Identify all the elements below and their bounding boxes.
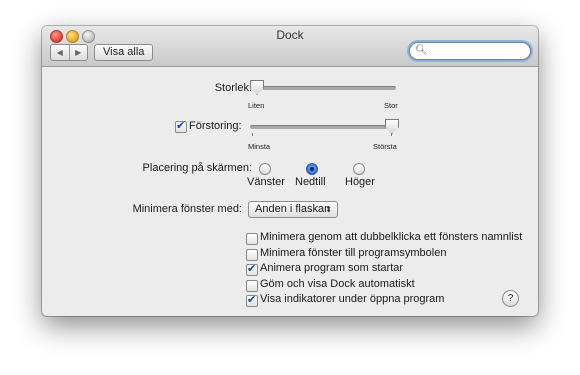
size-slider-knob[interactable] bbox=[250, 80, 264, 95]
magnification-label: Förstoring: bbox=[189, 120, 242, 132]
position-bottom-label: Nedtill bbox=[295, 176, 326, 188]
animate-launch-checkbox[interactable] bbox=[246, 262, 258, 276]
show-all-button[interactable]: Visa alla bbox=[94, 44, 154, 61]
search-input[interactable] bbox=[428, 44, 527, 59]
position-label: Placering på skärmen: bbox=[142, 162, 252, 174]
autohide-label: Göm och visa Dock automatiskt bbox=[260, 278, 415, 290]
double-click-minimize-checkbox[interactable] bbox=[246, 233, 258, 245]
position-left-label: Vänster bbox=[247, 176, 285, 188]
position-bottom-radio[interactable] bbox=[306, 163, 318, 175]
help-button[interactable]: ? bbox=[502, 290, 519, 307]
size-max-label: Stor bbox=[384, 101, 398, 110]
position-right-radio[interactable] bbox=[353, 163, 365, 175]
minimize-to-app-checkbox[interactable] bbox=[246, 249, 258, 261]
dock-preferences-window: Dock ◀ ▶ Visa alla 🔍︎ Storlek: Liten Sto… bbox=[42, 26, 538, 316]
autohide-checkbox[interactable] bbox=[246, 280, 258, 292]
magnification-tick-max bbox=[391, 133, 392, 136]
magnification-slider-knob[interactable] bbox=[385, 119, 399, 134]
chevron-left-icon[interactable]: ◀ bbox=[51, 45, 69, 60]
magnification-min-label: Minsta bbox=[248, 142, 271, 151]
minimize-to-app-label: Minimera fönster till programsymbolen bbox=[260, 247, 447, 259]
magnification-slider-track[interactable] bbox=[250, 125, 396, 129]
titlebar: Dock ◀ ▶ Visa alla 🔍︎ bbox=[42, 26, 538, 67]
back-forward-control: ◀ ▶ bbox=[50, 44, 88, 61]
magnification-max-label: Största bbox=[373, 142, 397, 151]
indicators-label: Visa indikatorer under öppna program bbox=[260, 293, 445, 305]
magnification-tick-min bbox=[252, 133, 253, 136]
size-label: Storlek: bbox=[214, 82, 252, 94]
magnification-checkbox[interactable] bbox=[175, 119, 187, 133]
search-icon: 🔍︎ bbox=[415, 45, 428, 56]
animate-launch-label: Animera program som startar bbox=[260, 262, 404, 274]
updown-arrows-icon: ⬍ bbox=[325, 205, 332, 214]
minimize-effect-value: Anden i flaskan bbox=[255, 203, 331, 215]
search-field[interactable]: 🔍︎ bbox=[409, 42, 531, 60]
window-title: Dock bbox=[276, 28, 304, 42]
minimize-effect-popup[interactable]: Anden i flaskan ⬍ bbox=[248, 201, 338, 218]
position-left-radio[interactable] bbox=[259, 163, 271, 175]
position-right-label: Höger bbox=[345, 176, 375, 188]
size-min-label: Liten bbox=[248, 101, 265, 110]
size-slider-track[interactable] bbox=[250, 86, 396, 90]
double-click-minimize-label: Minimera genom att dubbelklicka ett föns… bbox=[260, 231, 523, 243]
minimize-effect-label: Minimera fönster med: bbox=[132, 203, 242, 215]
indicators-checkbox[interactable] bbox=[246, 293, 258, 307]
chevron-right-icon[interactable]: ▶ bbox=[68, 45, 88, 60]
